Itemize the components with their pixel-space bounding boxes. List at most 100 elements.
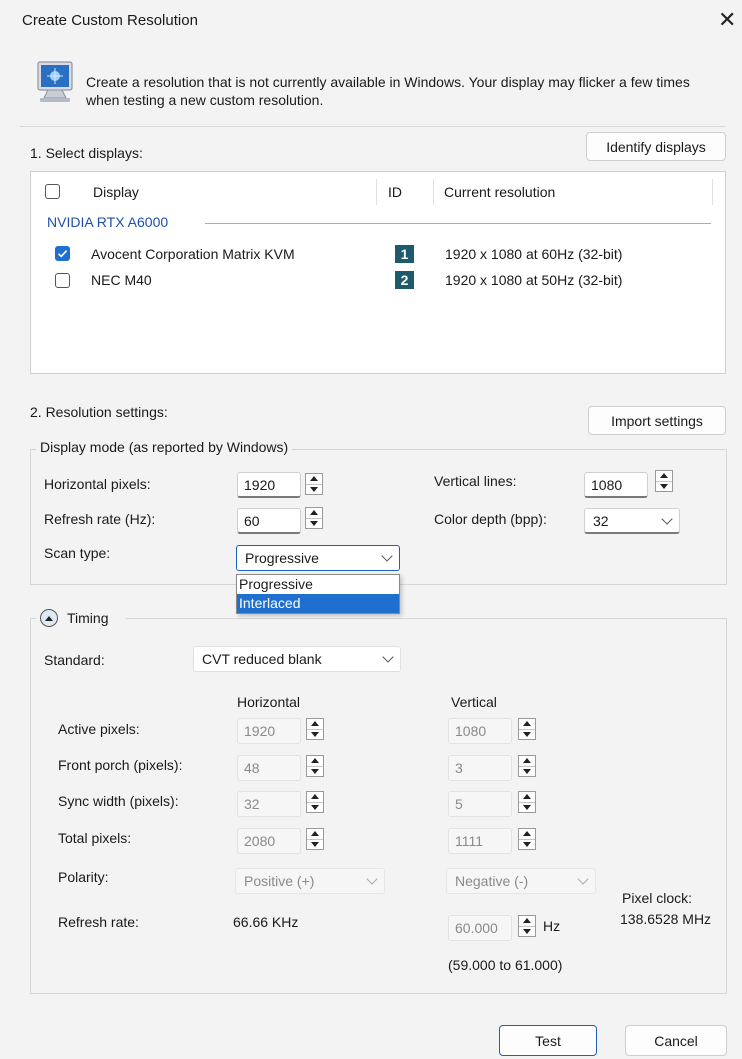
displays-list: Display ID Current resolution NVIDIA RTX…	[30, 171, 726, 374]
total-pixels-v-spinner[interactable]	[518, 828, 536, 850]
column-separator	[712, 179, 713, 205]
active-pixels-h-spinner[interactable]	[306, 718, 324, 740]
total-pixels-v-input[interactable]: 1111	[448, 828, 512, 854]
spin-up-icon[interactable]	[519, 829, 535, 839]
spin-up-icon[interactable]	[656, 471, 672, 481]
timing-label[interactable]: Timing	[67, 610, 109, 626]
spin-up-icon[interactable]	[307, 756, 323, 766]
column-display[interactable]: Display	[93, 184, 139, 200]
sync-width-v-input[interactable]: 5	[448, 791, 512, 817]
scan-type-label: Scan type:	[44, 545, 111, 561]
spin-down-icon[interactable]	[307, 801, 323, 813]
cancel-button[interactable]: Cancel	[625, 1025, 727, 1056]
polarity-v-select[interactable]: Negative (-)	[446, 868, 596, 894]
spin-up-icon[interactable]	[519, 792, 535, 802]
active-pixels-h-input[interactable]: 1920	[237, 718, 301, 744]
vertical-lines-input[interactable]: 1080	[584, 472, 648, 498]
polarity-h-select[interactable]: Positive (+)	[235, 868, 385, 894]
display-id-badge: 1	[395, 245, 414, 263]
refresh-rate-range: (59.000 to 61.000)	[448, 957, 563, 973]
intro-text: Create a resolution that is not currentl…	[86, 74, 690, 108]
spin-down-icon[interactable]	[306, 517, 322, 529]
sync-width-h-spinner[interactable]	[306, 791, 324, 813]
test-button[interactable]: Test	[499, 1025, 597, 1056]
horizontal-header: Horizontal	[237, 694, 301, 710]
scan-type-option[interactable]: Progressive	[237, 575, 399, 594]
refresh-rate-input[interactable]: 60	[237, 508, 301, 534]
gpu-group-label: NVIDIA RTX A6000	[47, 214, 169, 230]
window-title: Create Custom Resolution	[22, 12, 198, 29]
spin-up-icon[interactable]	[519, 916, 535, 926]
front-porch-h-spinner[interactable]	[306, 755, 324, 777]
spin-down-icon[interactable]	[307, 765, 323, 777]
select-all-checkbox[interactable]	[45, 184, 60, 199]
chevron-down-icon	[366, 873, 378, 885]
standard-value: CVT reduced blank	[202, 651, 322, 667]
resolution-settings-label: 2. Resolution settings:	[30, 404, 168, 420]
display-checkbox[interactable]	[55, 273, 70, 288]
chevron-down-icon	[381, 550, 393, 562]
spin-down-icon[interactable]	[656, 480, 672, 492]
spin-up-icon[interactable]	[519, 756, 535, 766]
sync-width-h-input[interactable]: 32	[237, 791, 301, 817]
spin-up-icon[interactable]	[307, 792, 323, 802]
identify-displays-button[interactable]: Identify displays	[586, 132, 726, 161]
vertical-refresh-rate-spinner[interactable]	[518, 915, 536, 937]
standard-select[interactable]: CVT reduced blank	[193, 646, 401, 672]
total-pixels-h-spinner[interactable]	[306, 828, 324, 850]
group-line	[205, 223, 711, 224]
spin-up-icon[interactable]	[306, 474, 322, 484]
display-mode-legend: Display mode (as reported by Windows)	[36, 439, 293, 455]
scan-type-dropdown: Progressive Interlaced	[236, 574, 400, 614]
sync-width-label: Sync width (pixels):	[58, 793, 179, 809]
spin-up-icon[interactable]	[519, 719, 535, 729]
total-pixels-h-input[interactable]: 2080	[237, 828, 301, 854]
spin-down-icon[interactable]	[307, 838, 323, 850]
front-porch-v-spinner[interactable]	[518, 755, 536, 777]
spin-down-icon[interactable]	[519, 765, 535, 777]
vertical-lines-spinner[interactable]	[655, 470, 673, 492]
spin-down-icon[interactable]	[306, 483, 322, 495]
active-pixels-label: Active pixels:	[58, 721, 140, 737]
pixel-clock-label: Pixel clock:	[622, 890, 693, 906]
column-id[interactable]: ID	[388, 184, 402, 200]
total-pixels-label: Total pixels:	[58, 830, 132, 846]
collapse-icon[interactable]	[40, 609, 58, 627]
horizontal-refresh-rate: 66.66 KHz	[233, 914, 299, 930]
spin-down-icon[interactable]	[519, 728, 535, 740]
color-depth-label: Color depth (bpp):	[434, 511, 547, 527]
chevron-down-icon	[661, 512, 673, 525]
active-pixels-v-spinner[interactable]	[518, 718, 536, 740]
check-icon	[57, 250, 68, 258]
color-depth-select[interactable]: 32	[584, 508, 680, 534]
display-id-badge: 2	[395, 271, 414, 289]
sync-width-v-spinner[interactable]	[518, 791, 536, 813]
horizontal-pixels-input[interactable]: 1920	[237, 472, 301, 498]
spin-up-icon[interactable]	[307, 829, 323, 839]
horizontal-pixels-spinner[interactable]	[305, 473, 323, 495]
display-checkbox[interactable]	[55, 246, 70, 261]
spin-up-icon[interactable]	[306, 508, 322, 518]
refresh-rate-spinner[interactable]	[305, 507, 323, 529]
front-porch-h-input[interactable]: 48	[237, 755, 301, 781]
scan-type-select[interactable]: Progressive	[236, 545, 400, 571]
vertical-refresh-rate-input[interactable]: 60.000	[448, 915, 512, 941]
spin-down-icon[interactable]	[519, 925, 535, 937]
import-settings-button[interactable]: Import settings	[588, 406, 726, 435]
refresh-rate-label: Refresh rate (Hz):	[44, 511, 156, 527]
scan-type-option[interactable]: Interlaced	[237, 594, 399, 613]
chevron-down-icon	[382, 651, 394, 663]
vertical-header: Vertical	[451, 694, 497, 710]
column-separator	[433, 179, 434, 205]
spin-down-icon[interactable]	[519, 838, 535, 850]
spin-down-icon[interactable]	[307, 728, 323, 740]
polarity-label: Polarity:	[58, 869, 109, 885]
refresh-rate-unit: Hz	[543, 918, 561, 934]
active-pixels-v-input[interactable]: 1080	[448, 718, 512, 744]
column-current-resolution[interactable]: Current resolution	[444, 184, 555, 200]
spin-down-icon[interactable]	[519, 801, 535, 813]
front-porch-v-input[interactable]: 3	[448, 755, 512, 781]
select-displays-label: 1. Select displays:	[30, 145, 143, 161]
spin-up-icon[interactable]	[307, 719, 323, 729]
close-icon[interactable]: ✕	[718, 8, 736, 32]
